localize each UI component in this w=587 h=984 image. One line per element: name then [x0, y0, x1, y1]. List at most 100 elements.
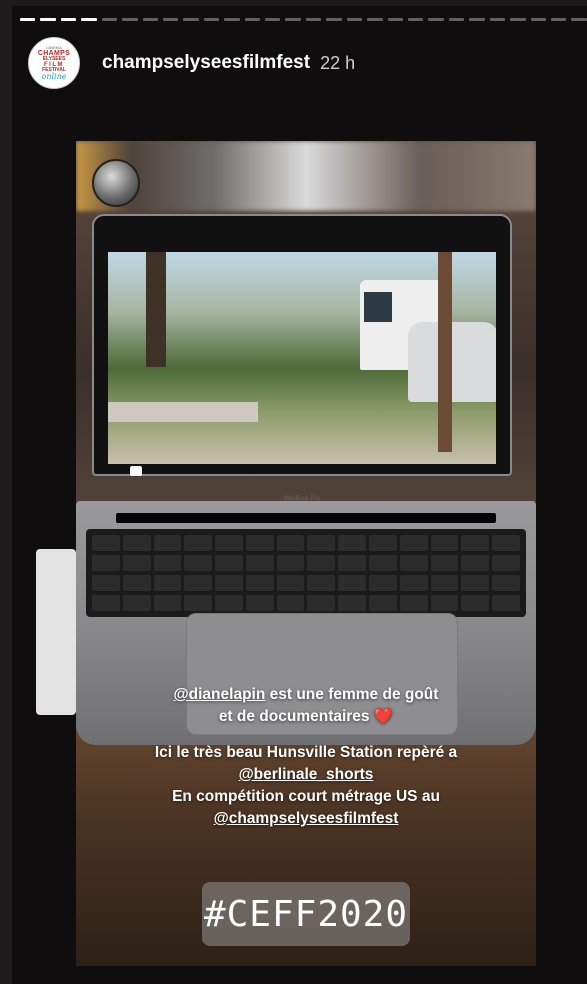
keyboard-key [369, 575, 397, 591]
progress-segment [203, 18, 220, 21]
progress-segment [101, 18, 118, 21]
post-time: 22 h [320, 52, 356, 73]
keyboard-key [461, 535, 490, 551]
keyboard-key [122, 555, 151, 571]
tree-trunk [146, 252, 166, 367]
progress-segment [305, 18, 322, 21]
play-icon [130, 466, 142, 476]
keyboard-key [430, 555, 459, 571]
keyboard-key [338, 575, 367, 591]
keyboard-key [215, 595, 243, 611]
keyboard-row [92, 595, 520, 611]
progress-segment [326, 18, 342, 21]
mention-link[interactable]: @dianelapin [174, 686, 266, 703]
keyboard-key [461, 555, 490, 571]
keyboard-key [399, 535, 428, 551]
keyboard-key [338, 595, 367, 611]
progress-segment [60, 18, 77, 21]
progress-segment [367, 18, 383, 21]
keyboard-key [276, 595, 305, 611]
progress-segment [142, 18, 158, 21]
keyboard-key [276, 575, 305, 591]
keyboard-key [184, 595, 213, 611]
keyboard-key [461, 575, 490, 591]
story-photo: MacBook Pro [76, 141, 536, 966]
keyboard-key [492, 595, 520, 611]
progress-segment [571, 18, 587, 21]
caption-line: @dianelapin est une femme de goût [76, 684, 536, 706]
progress-segment [183, 18, 199, 21]
photo-background [76, 141, 536, 211]
keyboard-key [430, 595, 459, 611]
keyboard-key [399, 575, 428, 591]
story-viewer[interactable]: CINEMA CHAMPS ELYSEES FILM FESTIVAL onli… [12, 6, 587, 984]
mention-link[interactable]: @champselyseesfilmfest [214, 810, 399, 827]
keyboard-key [245, 575, 274, 591]
keyboard-key [338, 535, 367, 551]
keyboard-key [369, 535, 397, 551]
caption-line: Ici le très beau Hunsville Station repèr… [154, 744, 458, 761]
caption-line: En compétition court métrage US au [172, 788, 440, 805]
progress-segment [408, 18, 424, 21]
progress-segment [346, 18, 363, 21]
progress-segment [448, 18, 465, 21]
keyboard-key [245, 595, 274, 611]
progress-segment [224, 18, 240, 21]
keyboard-key [122, 575, 151, 591]
keyboard-key [461, 595, 490, 611]
keyboard-key [307, 575, 336, 591]
keyboard-key [245, 555, 274, 571]
keyboard-key [369, 595, 397, 611]
keyboard-key [307, 595, 336, 611]
progress-segment [489, 18, 506, 21]
avatar-text: online [41, 71, 67, 81]
mention-link[interactable]: @berlinale_shorts [239, 766, 374, 783]
slider-handle[interactable] [36, 549, 76, 715]
keyboard-key [122, 595, 151, 611]
progress-segment [40, 18, 56, 21]
keyboard-key [276, 555, 305, 571]
keyboard-key [492, 575, 520, 591]
progress-segment [162, 18, 179, 21]
caption-line: @berlinale_shorts [76, 764, 536, 786]
keyboard-key [92, 535, 120, 551]
story-progress-bar [20, 18, 587, 21]
keyboard-key [245, 535, 274, 551]
keyboard-key [184, 555, 213, 571]
story-caption: @dianelapin est une femme de goût et de … [76, 684, 536, 830]
utility-pole [438, 252, 452, 452]
caption-line: et de documentaires ❤️ [218, 708, 394, 725]
keyboard-key [307, 555, 336, 571]
profile-thumbnail [92, 159, 140, 207]
laptop-touchbar [116, 513, 496, 523]
story-header: CINEMA CHAMPS ELYSEES FILM FESTIVAL onli… [28, 36, 355, 90]
keyboard-key [399, 555, 428, 571]
keyboard-key [153, 575, 182, 591]
keyboard-key [492, 555, 520, 571]
keyboard-key [215, 535, 243, 551]
progress-segment [428, 18, 444, 21]
username[interactable]: champselyseesfilmfest [102, 52, 310, 74]
keyboard-key [92, 555, 120, 571]
progress-segment [550, 18, 567, 21]
progress-segment [265, 18, 281, 21]
keyboard-key [153, 535, 182, 551]
progress-segment [285, 18, 301, 21]
video-frame [108, 252, 496, 464]
keyboard-key [184, 535, 213, 551]
progress-segment [469, 18, 485, 21]
progress-segment [122, 18, 138, 21]
keyboard-key [92, 575, 120, 591]
keyboard-key [307, 535, 336, 551]
keyboard-key [184, 575, 213, 591]
keyboard-key [369, 555, 397, 571]
account-avatar[interactable]: CINEMA CHAMPS ELYSEES FILM FESTIVAL onli… [28, 37, 80, 89]
keyboard-key [430, 575, 459, 591]
keyboard-key [492, 535, 520, 551]
keyboard-key [430, 535, 459, 551]
car [408, 322, 496, 402]
progress-segment [244, 18, 261, 21]
caption-line: @champselyseesfilmfest [76, 808, 536, 830]
hashtag-sticker[interactable]: #CEFF2020 [202, 882, 410, 946]
keyboard-key [215, 555, 243, 571]
